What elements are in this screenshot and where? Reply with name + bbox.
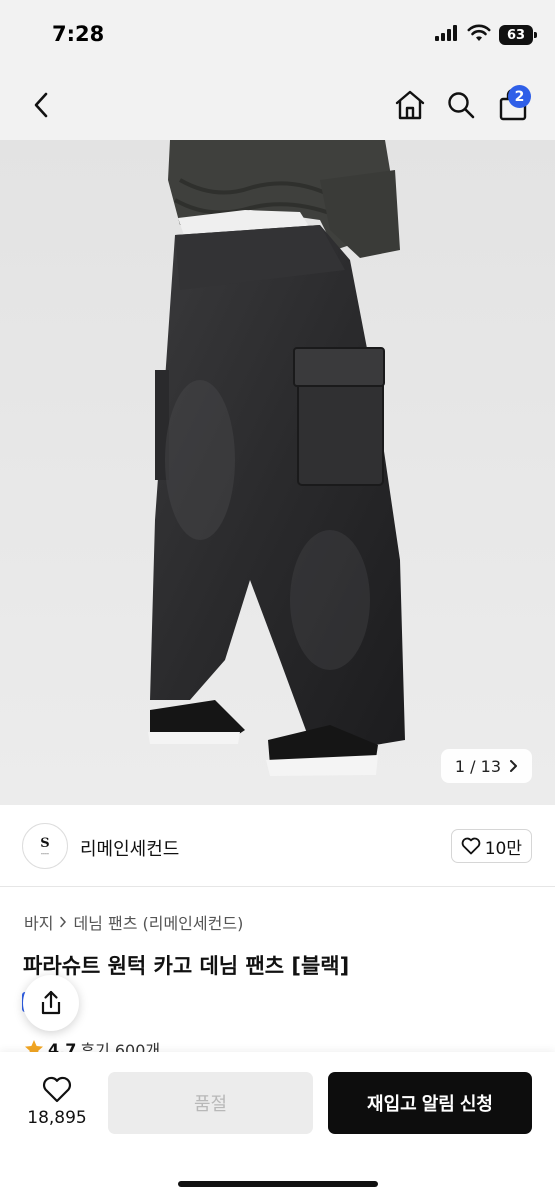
brand-name[interactable]: 리메인세컨드 (80, 835, 179, 861)
battery-icon: 63 (499, 25, 537, 45)
brand-logo-line: ━━━━ (40, 851, 50, 856)
wifi-icon (467, 24, 491, 46)
soldout-button[interactable]: 품절 (108, 1072, 313, 1134)
back-chevron-icon (34, 92, 48, 118)
heart-outline-icon (42, 1076, 72, 1102)
home-button[interactable] (392, 86, 428, 124)
bottom-action-bar: 18,895 품절 재입고 알림 신청 (0, 1052, 555, 1200)
brand-like-count: 10만 (484, 838, 522, 859)
navigation-bar: 2 (0, 70, 555, 140)
cart-count-badge: 2 (508, 85, 531, 108)
cellular-signal-icon (435, 25, 459, 45)
product-title: 파라슈트 원턱 카고 데님 팬츠 [블랙] (23, 954, 350, 978)
search-icon (448, 92, 475, 119)
wishlist-count: 18,895 (27, 1108, 87, 1128)
breadcrumb-item-subcategory[interactable]: 데님 팬츠 (리메인세컨드) (73, 910, 243, 934)
wishlist-button[interactable] (41, 1074, 73, 1104)
brand-logo-monogram: S (40, 835, 50, 851)
home-icon (395, 90, 425, 120)
image-counter[interactable]: 1 / 13 (440, 749, 532, 783)
breadcrumb: 바지 데님 팬츠 (리메인세컨드) (24, 910, 243, 934)
battery-level: 63 (506, 27, 526, 43)
restock-alert-button[interactable]: 재입고 알림 신청 (328, 1072, 532, 1134)
share-icon (41, 990, 61, 1015)
status-icons: 63 (435, 24, 537, 46)
brand-like-button[interactable]: 10만 (450, 829, 532, 863)
brand-logo[interactable]: S ━━━━ (22, 823, 68, 869)
product-image[interactable]: 1 / 13 (0, 140, 555, 805)
status-time: 7:28 (52, 22, 105, 46)
search-button[interactable] (442, 86, 480, 124)
heart-outline-icon (461, 837, 481, 855)
image-counter-label: 1 / 13 (454, 756, 501, 776)
status-bar: 7:28 63 (0, 0, 555, 70)
home-indicator (178, 1181, 378, 1187)
brand-row[interactable]: S ━━━━ 리메인세컨드 10만 (0, 805, 555, 887)
breadcrumb-item-category[interactable]: 바지 (24, 910, 53, 934)
back-button[interactable] (22, 86, 60, 124)
breadcrumb-chevron-icon (60, 916, 67, 928)
chevron-right-icon (510, 760, 517, 772)
product-photo (0, 140, 555, 805)
share-button[interactable] (23, 975, 79, 1031)
